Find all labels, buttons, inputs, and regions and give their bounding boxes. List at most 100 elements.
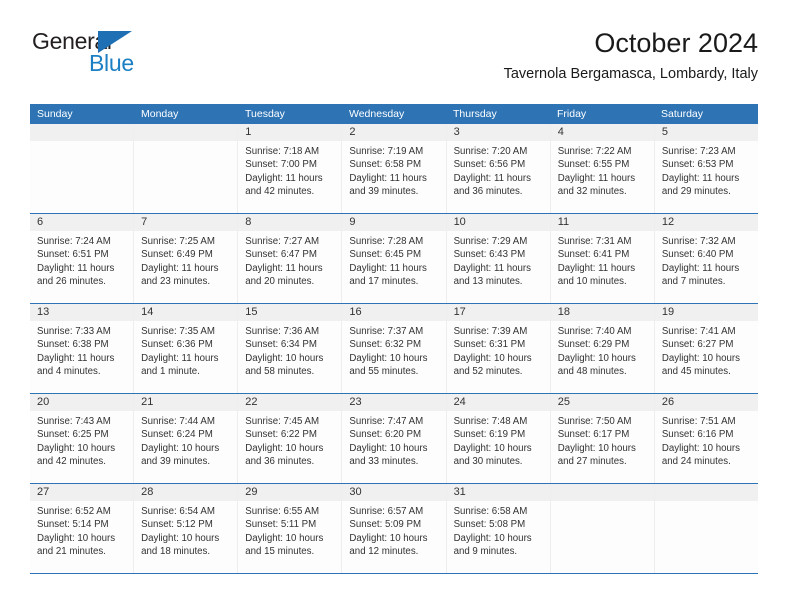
sunset-text: Sunset: 6:47 PM bbox=[245, 249, 317, 261]
day-cell-7[interactable]: 7 Sunrise: 7:25 AM Sunset: 6:49 PM Daylight… bbox=[134, 214, 239, 303]
day-details: Sunrise: 7:24 AM Sunset: 6:51 PM Daylight:… bbox=[30, 231, 133, 289]
day-cell-24[interactable]: 24 Sunrise: 7:48 AM Sunset: 6:19 PM Dayligh… bbox=[446, 394, 551, 483]
day-cell-23[interactable]: 23 Sunrise: 7:47 AM Sunset: 6:20 PM Dayligh… bbox=[342, 394, 447, 483]
daylight-text: Daylight: 10 hours and 58 minutes. bbox=[245, 352, 324, 378]
day-cell-18[interactable]: 18 Sunrise: 7:40 AM Sunset: 6:29 PM Dayligh… bbox=[550, 304, 655, 393]
day-number bbox=[134, 124, 238, 141]
day-details: Sunrise: 7:18 AM Sunset: 7:00 PM Daylight:… bbox=[238, 141, 341, 199]
weekday-header-monday: Monday bbox=[141, 108, 179, 120]
day-cell-14[interactable]: 14 Sunrise: 7:35 AM Sunset: 6:36 PM Dayligh… bbox=[134, 304, 239, 393]
day-cell-11[interactable]: 11 Sunrise: 7:31 AM Sunset: 6:41 PM Dayligh… bbox=[550, 214, 655, 303]
daylight-text: Daylight: 10 hours and 12 minutes. bbox=[349, 532, 428, 558]
day-cell-empty bbox=[30, 124, 135, 213]
day-number: 13 bbox=[30, 304, 134, 321]
day-cell-30[interactable]: 30 Sunrise: 6:57 AM Sunset: 5:09 PM Dayligh… bbox=[342, 484, 447, 573]
sunrise-text: Sunrise: 7:28 AM bbox=[349, 236, 424, 247]
day-number: 23 bbox=[342, 394, 446, 411]
daylight-text: Daylight: 11 hours and 39 minutes. bbox=[349, 172, 427, 198]
day-details: Sunrise: 7:51 AM Sunset: 6:16 PM Daylight:… bbox=[655, 411, 758, 469]
day-number: 14 bbox=[134, 304, 238, 321]
sunset-text: Sunset: 6:38 PM bbox=[37, 339, 109, 351]
weekday-header-tuesday: Tuesday bbox=[245, 108, 285, 120]
weekday-header-row: Sunday Monday Tuesday Wednesday Thursday Frid… bbox=[30, 104, 758, 124]
sunset-text: Sunset: 5:09 PM bbox=[349, 519, 422, 531]
daylight-text: Daylight: 11 hours and 29 minutes. bbox=[661, 172, 740, 198]
day-number: 6 bbox=[30, 214, 134, 231]
day-details: Sunrise: 7:32 AM Sunset: 6:40 PM Daylight:… bbox=[655, 231, 758, 289]
day-number: 21 bbox=[134, 394, 238, 411]
day-details: Sunrise: 7:37 AM Sunset: 6:32 PM Daylight:… bbox=[342, 321, 445, 379]
sunset-text: Sunset: 5:08 PM bbox=[453, 519, 526, 531]
day-cell-15[interactable]: 15 Sunrise: 7:36 AM Sunset: 6:34 PM Dayligh… bbox=[238, 304, 343, 393]
day-cell-10[interactable]: 10 Sunrise: 7:29 AM Sunset: 6:43 PM Dayligh… bbox=[446, 214, 551, 303]
sunset-text: Sunset: 6:29 PM bbox=[557, 339, 630, 351]
day-cell-1[interactable]: 1 Sunrise: 7:18 AM Sunset: 7:00 PM Daylight… bbox=[238, 124, 343, 213]
sunset-text: Sunset: 6:24 PM bbox=[141, 429, 213, 441]
day-details: Sunrise: 7:19 AM Sunset: 6:58 PM Daylight:… bbox=[342, 141, 445, 199]
calendar-grid: Sunday Monday Tuesday Wednesday Thursday Frid… bbox=[30, 104, 758, 574]
day-cell-9[interactable]: 9 Sunrise: 7:28 AM Sunset: 6:45 PM Daylight… bbox=[342, 214, 447, 303]
day-cell-16[interactable]: 16 Sunrise: 7:37 AM Sunset: 6:32 PM Dayligh… bbox=[342, 304, 447, 393]
day-cell-2[interactable]: 2 Sunrise: 7:19 AM Sunset: 6:58 PM Daylight… bbox=[342, 124, 447, 213]
sunrise-text: Sunrise: 7:24 AM bbox=[37, 236, 111, 247]
day-cell-empty bbox=[550, 484, 655, 573]
sunset-text: Sunset: 7:00 PM bbox=[245, 159, 317, 171]
day-details: Sunrise: 7:39 AM Sunset: 6:31 PM Daylight:… bbox=[447, 321, 550, 379]
day-details bbox=[655, 501, 758, 505]
day-number: 22 bbox=[238, 394, 342, 411]
day-cell-22[interactable]: 22 Sunrise: 7:45 AM Sunset: 6:22 PM Dayligh… bbox=[238, 394, 343, 483]
calendar-week-row: 13 Sunrise: 7:33 AM Sunset: 6:38 PM Dayligh… bbox=[30, 304, 758, 394]
weekday-header-thursday: Thursday bbox=[453, 108, 497, 120]
day-number: 19 bbox=[654, 304, 758, 321]
day-number: 29 bbox=[238, 484, 342, 501]
day-details: Sunrise: 7:45 AM Sunset: 6:22 PM Daylight:… bbox=[238, 411, 341, 469]
day-details bbox=[30, 141, 133, 145]
day-number: 24 bbox=[446, 394, 550, 411]
sunrise-text: Sunrise: 7:37 AM bbox=[349, 326, 424, 337]
day-number: 15 bbox=[238, 304, 342, 321]
day-cell-29[interactable]: 29 Sunrise: 6:55 AM Sunset: 5:11 PM Dayligh… bbox=[238, 484, 343, 573]
day-number: 9 bbox=[342, 214, 446, 231]
day-cell-17[interactable]: 17 Sunrise: 7:39 AM Sunset: 6:31 PM Dayligh… bbox=[446, 304, 551, 393]
sunset-text: Sunset: 6:31 PM bbox=[453, 339, 526, 351]
day-cell-25[interactable]: 25 Sunrise: 7:50 AM Sunset: 6:17 PM Dayligh… bbox=[550, 394, 655, 483]
day-cell-26[interactable]: 26 Sunrise: 7:51 AM Sunset: 6:16 PM Dayligh… bbox=[654, 394, 758, 483]
daylight-text: Daylight: 10 hours and 55 minutes. bbox=[349, 352, 428, 378]
page-header: General Blue October 2024 Tavernola Berg… bbox=[30, 28, 758, 98]
sunset-text: Sunset: 5:14 PM bbox=[37, 519, 109, 531]
day-cell-21[interactable]: 21 Sunrise: 7:44 AM Sunset: 6:24 PM Dayligh… bbox=[134, 394, 239, 483]
day-cell-5[interactable]: 5 Sunrise: 7:23 AM Sunset: 6:53 PM Daylight… bbox=[654, 124, 758, 213]
day-number: 30 bbox=[342, 484, 446, 501]
day-cell-4[interactable]: 4 Sunrise: 7:22 AM Sunset: 6:55 PM Daylight… bbox=[550, 124, 655, 213]
day-cell-28[interactable]: 28 Sunrise: 6:54 AM Sunset: 5:12 PM Dayligh… bbox=[134, 484, 239, 573]
sunrise-text: Sunrise: 7:25 AM bbox=[141, 236, 215, 247]
day-details: Sunrise: 7:23 AM Sunset: 6:53 PM Daylight:… bbox=[655, 141, 758, 199]
day-details: Sunrise: 7:47 AM Sunset: 6:20 PM Daylight:… bbox=[342, 411, 445, 469]
day-cell-20[interactable]: 20 Sunrise: 7:43 AM Sunset: 6:25 PM Dayligh… bbox=[30, 394, 135, 483]
weekday-header-wednesday: Wednesday bbox=[349, 108, 405, 120]
sunset-text: Sunset: 6:41 PM bbox=[557, 249, 630, 261]
sunrise-text: Sunrise: 7:48 AM bbox=[453, 416, 528, 427]
sunrise-text: Sunrise: 7:45 AM bbox=[245, 416, 320, 427]
daylight-text: Daylight: 10 hours and 42 minutes. bbox=[37, 442, 116, 468]
daylight-text: Daylight: 10 hours and 24 minutes. bbox=[661, 442, 740, 468]
logo-text-blue: Blue bbox=[89, 50, 134, 76]
day-cell-12[interactable]: 12 Sunrise: 7:32 AM Sunset: 6:40 PM Dayligh… bbox=[654, 214, 758, 303]
day-number: 27 bbox=[30, 484, 134, 501]
day-cell-3[interactable]: 3 Sunrise: 7:20 AM Sunset: 6:56 PM Daylight… bbox=[446, 124, 551, 213]
sunset-text: Sunset: 6:53 PM bbox=[661, 159, 734, 171]
day-cell-31[interactable]: 31 Sunrise: 6:58 AM Sunset: 5:08 PM Dayligh… bbox=[446, 484, 551, 573]
day-number: 26 bbox=[654, 394, 758, 411]
page-subtitle: Tavernola Bergamasca, Lombardy, Italy bbox=[503, 66, 758, 83]
daylight-text: Daylight: 10 hours and 30 minutes. bbox=[453, 442, 532, 468]
general-blue-logo[interactable]: General Blue bbox=[30, 28, 230, 90]
weekday-header-friday: Friday bbox=[557, 108, 587, 120]
daylight-text: Daylight: 11 hours and 23 minutes. bbox=[141, 262, 219, 288]
day-cell-27[interactable]: 27 Sunrise: 6:52 AM Sunset: 5:14 PM Dayligh… bbox=[30, 484, 135, 573]
day-cell-8[interactable]: 8 Sunrise: 7:27 AM Sunset: 6:47 PM Daylight… bbox=[238, 214, 343, 303]
day-cell-6[interactable]: 6 Sunrise: 7:24 AM Sunset: 6:51 PM Daylight… bbox=[30, 214, 135, 303]
day-cell-13[interactable]: 13 Sunrise: 7:33 AM Sunset: 6:38 PM Dayligh… bbox=[30, 304, 135, 393]
day-number: 25 bbox=[550, 394, 654, 411]
day-cell-19[interactable]: 19 Sunrise: 7:41 AM Sunset: 6:27 PM Dayligh… bbox=[654, 304, 758, 393]
sunrise-text: Sunrise: 7:47 AM bbox=[349, 416, 424, 427]
